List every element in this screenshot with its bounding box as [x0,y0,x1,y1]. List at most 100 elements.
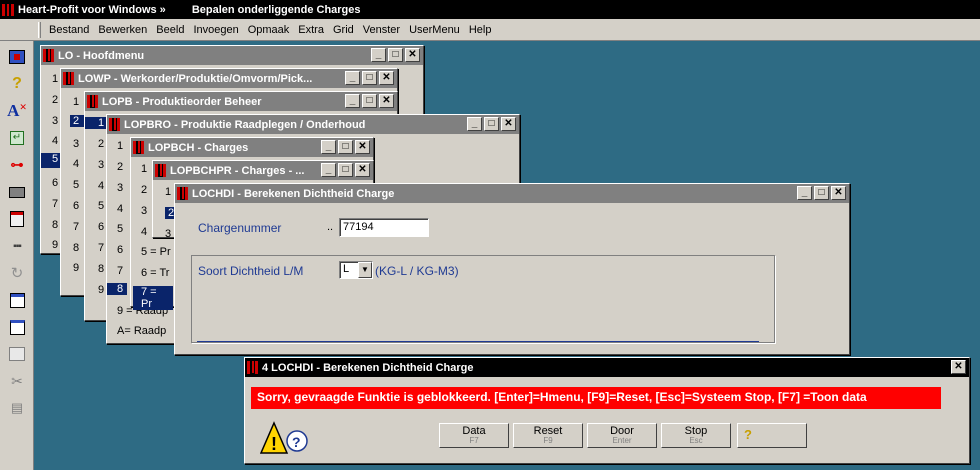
app-icon[interactable] [5,46,29,68]
menu-opmaak[interactable]: Opmaak [248,24,290,36]
menu-row[interactable]: 1 [117,140,123,152]
close-button[interactable]: ✕ [831,186,846,200]
menu-row[interactable]: 9 [98,284,104,296]
menu-row[interactable]: 1 [52,73,58,85]
menu-row[interactable]: 4 [117,203,123,215]
menu-bestand[interactable]: Bestand [49,24,89,36]
menu-row[interactable]: 1 [141,163,147,175]
minimize-button[interactable]: _ [321,140,336,154]
menu-row[interactable]: 6 [117,244,123,256]
menu-row-selected[interactable]: 2 [70,115,84,127]
close-button[interactable]: ✕ [379,71,394,85]
menu-row[interactable]: 7 [98,242,104,254]
menu-row[interactable]: 8 [52,219,58,231]
menu-row[interactable]: 7 [73,221,79,233]
maximize-button[interactable]: □ [362,94,377,108]
menu-row[interactable]: 2 [52,94,58,106]
menu-row[interactable]: 8 [98,263,104,275]
menu-row[interactable]: 2 [141,184,147,196]
menu-row[interactable]: 3 [165,228,171,240]
minimize-button[interactable]: _ [345,71,360,85]
maximize-button[interactable]: □ [388,48,403,62]
menu-row[interactable]: 5 = Pr [141,246,171,258]
menu-row[interactable]: 2 [98,138,104,150]
menu-row[interactable]: 9 [52,239,58,251]
maximize-button[interactable]: □ [362,71,377,85]
menu-row[interactable]: 6 = Tr [141,267,169,279]
dots-icon[interactable]: ▪▪▪ [5,235,29,257]
close-button[interactable]: ✕ [501,117,516,131]
maximize-button[interactable]: □ [814,186,829,200]
paste-icon[interactable]: ▤ [5,397,29,419]
key-icon[interactable]: ⊶ [5,154,29,176]
menu-row[interactable]: 8 [73,242,79,254]
menu-row[interactable]: 3 [73,138,79,150]
maximize-button[interactable]: □ [338,140,353,154]
minimize-button[interactable]: _ [321,163,336,177]
minimize-button[interactable]: _ [797,186,812,200]
menu-beeld[interactable]: Beeld [156,24,184,36]
minimize-button[interactable]: _ [467,117,482,131]
heart-logo-icon [2,3,14,16]
chargenummer-field[interactable]: 77194 [339,218,429,237]
menu-row[interactable]: 1 [165,186,171,198]
refresh-icon[interactable]: ↻ [5,262,29,284]
menu-row[interactable]: 5 [73,179,79,191]
menu-row[interactable]: 9 [73,262,79,274]
help-icon[interactable]: ? [5,73,29,95]
close-button[interactable]: ✕ [355,140,370,154]
menu-row[interactable]: 6 [52,177,58,189]
print-icon[interactable] [5,181,29,203]
menu-help[interactable]: Help [469,24,492,36]
menu-row-selected[interactable]: 8 [107,283,127,295]
menu-row[interactable]: 4 [73,158,79,170]
menu-row[interactable]: A= Raadp [117,325,166,337]
scissors-icon[interactable]: ✂ [5,370,29,392]
export-icon[interactable] [5,289,29,311]
menu-row[interactable]: 2 [117,161,123,173]
help-button[interactable]: ? [737,423,807,448]
close-button[interactable]: ✕ [355,163,370,177]
import-icon[interactable]: ↵ [5,127,29,149]
menu-row[interactable]: 1 [73,96,79,108]
maximize-button[interactable]: □ [338,163,353,177]
menu-row[interactable]: 7 [117,265,123,277]
menu-row-selected[interactable]: 1 [85,117,107,129]
menu-venster[interactable]: Venster [363,24,400,36]
chart-icon[interactable] [5,316,29,338]
close-button[interactable]: ✕ [405,48,420,62]
maximize-button[interactable]: □ [484,117,499,131]
menu-row[interactable]: 6 [73,200,79,212]
font-icon[interactable]: A ✕ [5,100,29,122]
calculator-icon[interactable] [5,208,29,230]
menu-row[interactable]: 4 [141,226,147,238]
menu-row[interactable]: 3 [141,205,147,217]
chevron-down-icon[interactable]: ▼ [358,262,372,278]
menu-row[interactable]: 4 [98,180,104,192]
menu-row[interactable]: 3 [98,159,104,171]
menu-invoegen[interactable]: Invoegen [193,24,238,36]
menu-row[interactable]: 7 [52,198,58,210]
menu-row[interactable]: 5 [117,223,123,235]
menu-row[interactable]: 6 [98,221,104,233]
data-button[interactable]: Data F7 [439,423,509,448]
minimize-button[interactable]: _ [345,94,360,108]
menu-grid[interactable]: Grid [333,24,354,36]
minimize-button[interactable]: _ [371,48,386,62]
menu-extra[interactable]: Extra [298,24,324,36]
close-button[interactable]: ✕ [951,360,966,374]
window-icon[interactable] [5,343,29,365]
menu-row[interactable]: 4 [52,135,58,147]
menu-bewerken[interactable]: Bewerken [98,24,147,36]
stop-button[interactable]: Stop Esc [661,423,731,448]
soort-dichtheid-select[interactable]: L ▼ [339,261,373,279]
reset-button[interactable]: Reset F9 [513,423,583,448]
door-button[interactable]: Door Enter [587,423,657,448]
menu-row[interactable]: 3 [117,182,123,194]
menu-row-selected[interactable]: 7 = Pr [133,286,173,310]
menu-row[interactable]: 5 [98,200,104,212]
menu-usermenu[interactable]: UserMenu [409,24,460,36]
menu-row[interactable]: 3 [52,115,58,127]
close-button[interactable]: ✕ [379,94,394,108]
menu-row-selected[interactable]: 5 [41,153,60,168]
